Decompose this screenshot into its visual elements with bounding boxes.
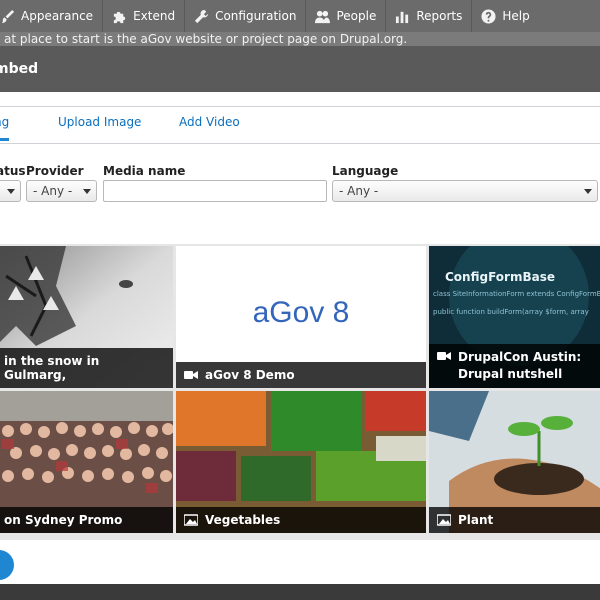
video-overlay-code-1: class SiteInformationForm extends Config… [433,290,600,298]
toolbar-label: Reports [416,9,463,23]
wrench-icon [195,9,209,23]
media-caption: Vegetables [176,507,426,533]
media-caption: in the snow in Gulmarg, [0,348,173,388]
language-select-value: - Any - [339,184,379,198]
status-select[interactable] [0,180,21,202]
media-name: on Sydney Promo [4,513,123,527]
dialog-tabs: ng Upload Image Add Video [0,106,600,144]
people-icon [315,10,331,23]
image-icon [184,514,198,526]
help-icon [481,8,496,24]
dialog-title: mbed [0,61,39,77]
bar-chart-icon [396,11,409,23]
chevron-down-icon [7,189,15,194]
video-camera-icon [184,371,198,379]
media-embed-dialog: ng Upload Image Add Video atus Provider … [0,92,600,584]
select-media-button[interactable] [0,550,14,580]
video-overlay-code-2: public function buildForm(array $form, a… [433,308,589,316]
media-name: DrupalCon Austin: Drupal nutshell [458,350,582,381]
toolbar-label: Configuration [215,9,297,23]
toolbar-item-people[interactable]: People [306,0,387,32]
image-icon [437,514,451,526]
media-item[interactable]: ConfigFormBase class SiteInformationForm… [429,246,600,388]
media-name-input[interactable] [103,180,327,202]
dialog-header: mbed [0,46,600,92]
status-filter-label: atus [0,164,26,178]
media-item[interactable]: in the snow in Gulmarg, [0,246,173,388]
toolbar-item-extend[interactable]: Extend [103,0,186,32]
media-name: aGov 8 Demo [205,368,295,382]
tab-upload-image[interactable]: Upload Image [58,115,141,129]
toolbar-item-configuration[interactable]: Configuration [185,0,307,32]
video-camera-icon [437,352,451,360]
media-item[interactable]: on Sydney Promo [0,391,173,533]
tab-add-video[interactable]: Add Video [179,115,240,129]
toolbar-label: Appearance [21,9,94,23]
media-caption: Plant [429,507,600,533]
media-caption: aGov 8 Demo [176,362,426,388]
dialog-footer [0,584,600,600]
media-item[interactable]: aGov 8 aGov 8 Demo [176,246,426,388]
tab-library[interactable]: ng [0,115,10,141]
chevron-down-icon [584,189,592,194]
background-message: at place to start is the aGov website or… [0,32,600,46]
language-filter-label: Language [332,164,399,178]
provider-select-value: - Any - [33,184,73,198]
media-item[interactable]: Vegetables [176,391,426,533]
puzzle-icon [113,11,126,23]
agov-logo: aGov 8 [252,296,350,329]
media-caption: on Sydney Promo [0,507,173,533]
media-name: Vegetables [205,513,281,527]
toolbar-label: Extend [133,9,176,23]
admin-toolbar: Appearance Extend Configuration People R… [0,0,600,32]
toolbar-item-help[interactable]: Help [472,0,538,32]
media-item[interactable]: Plant [429,391,600,533]
toolbar-label: People [336,9,377,23]
toolbar-label: Help [502,9,530,23]
provider-filter-label: Provider [26,164,84,178]
media-name-label: Media name [103,164,186,178]
video-overlay-title: ConfigFormBase [445,270,555,284]
provider-select[interactable]: - Any - [26,180,97,202]
toolbar-item-appearance[interactable]: Appearance [0,0,104,32]
chevron-down-icon [83,189,91,194]
paintbrush-icon [1,9,15,23]
media-name: Plant [458,513,494,527]
media-grid: in the snow in Gulmarg, aGov 8 aGov 8 De… [0,244,600,540]
media-name: in the snow in Gulmarg, [4,354,100,382]
media-caption: DrupalCon Austin: Drupal nutshell [429,344,600,388]
language-select[interactable]: - Any - [332,180,598,202]
toolbar-item-reports[interactable]: Reports [386,0,473,32]
